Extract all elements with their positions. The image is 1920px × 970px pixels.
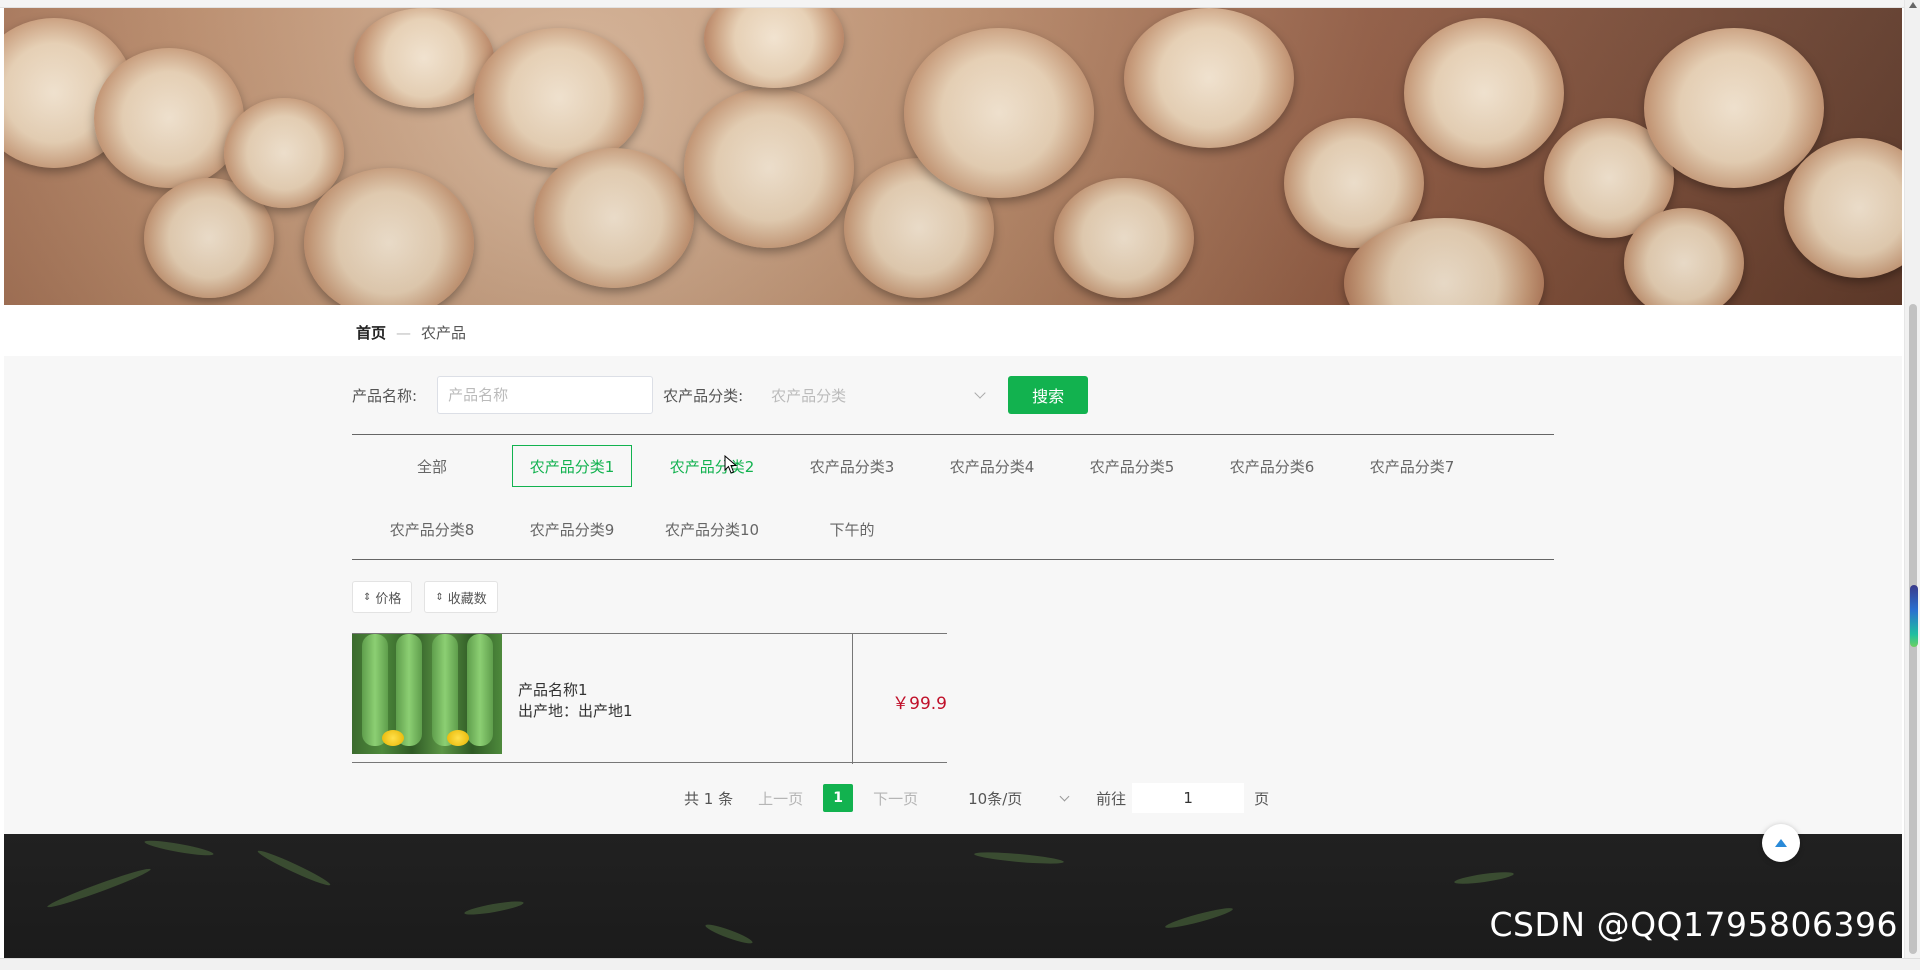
product-card[interactable]: 产品名称1 出产地：出产地1 ￥99.9: [352, 633, 947, 764]
category-select[interactable]: 农产品分类: [761, 376, 996, 414]
sort-arrows-icon: ⇕: [435, 591, 444, 603]
sort-by-favorites-button[interactable]: ⇕ 收藏数: [424, 581, 498, 613]
category-tab-5[interactable]: 农产品分类5: [1072, 445, 1192, 487]
page-size-select[interactable]: 10条/页: [946, 783, 1074, 813]
page-number-current[interactable]: 1: [823, 784, 854, 812]
prev-page-button[interactable]: 上一页: [758, 788, 803, 809]
category-tab-6[interactable]: 农产品分类6: [1212, 445, 1332, 487]
product-thumbnail[interactable]: [352, 634, 502, 754]
breadcrumb: 首页 — 农产品: [356, 322, 466, 343]
breadcrumb-bar: 首页 — 农产品: [4, 305, 1902, 356]
page-scrollbar[interactable]: [1904, 0, 1920, 958]
scroll-up-icon[interactable]: [1909, 2, 1917, 8]
category-tab-afternoon[interactable]: 下午的: [792, 508, 912, 550]
hero-banner-image: [4, 8, 1902, 305]
product-origin: 出产地：出产地1: [518, 702, 633, 720]
category-tab-all[interactable]: 全部: [372, 445, 492, 487]
horizontal-scrollbar[interactable]: [0, 958, 1920, 970]
category-select-placeholder: 农产品分类: [771, 386, 847, 405]
category-tab-7[interactable]: 农产品分类7: [1352, 445, 1472, 487]
pagination: 共 1 条 上一页 1 下一页 10条/页 前往 页: [684, 783, 1269, 813]
breadcrumb-current: 农产品: [421, 324, 467, 342]
breadcrumb-separator: —: [396, 323, 412, 342]
mouse-cursor-icon: [724, 455, 738, 474]
product-name-label: 产品名称:: [352, 386, 418, 405]
category-tab-3[interactable]: 农产品分类3: [792, 445, 912, 487]
sort-controls: ⇕ 价格 ⇕ 收藏数: [352, 581, 498, 613]
search-button[interactable]: 搜索: [1008, 376, 1089, 414]
product-list-section: 产品名称: 农产品分类: 农产品分类 搜索 全部 农产品分类1 农产品分类2 农…: [4, 356, 1902, 834]
category-label: 农产品分类:: [663, 386, 744, 405]
search-form: 产品名称: 农产品分类: 农产品分类 搜索: [352, 376, 1089, 414]
footer: CSDN @QQ1795806396: [4, 834, 1902, 958]
breadcrumb-home-link[interactable]: 首页: [356, 322, 386, 343]
category-tab-8[interactable]: 农产品分类8: [372, 508, 492, 550]
category-tab-4[interactable]: 农产品分类4: [932, 445, 1052, 487]
chevron-down-icon: [1059, 791, 1070, 802]
product-info: 产品名称1 出产地：出产地1: [518, 680, 633, 722]
page-size-value: 10条/页: [968, 789, 1023, 808]
sort-favorites-label: 收藏数: [447, 591, 487, 607]
category-tab-9[interactable]: 农产品分类9: [512, 508, 632, 550]
goto-label: 前往: [1096, 789, 1127, 808]
category-tabs: 全部 农产品分类1 农产品分类2 农产品分类3 农产品分类4 农产品分类5 农产…: [352, 434, 1554, 560]
page-suffix: 页: [1254, 789, 1270, 808]
browser-top-strip: [0, 0, 1920, 8]
side-indicator: [1910, 585, 1918, 647]
chevron-down-icon: [974, 387, 986, 399]
sort-price-label: 价格: [375, 591, 402, 607]
pagination-total: 共 1 条: [684, 789, 734, 808]
next-page-button[interactable]: 下一页: [873, 788, 918, 809]
sort-by-price-button[interactable]: ⇕ 价格: [352, 581, 413, 613]
sort-arrows-icon: ⇕: [363, 591, 372, 603]
product-price: ￥99.9: [892, 694, 947, 714]
back-to-top-button[interactable]: [1762, 824, 1800, 862]
category-tab-10[interactable]: 农产品分类10: [652, 508, 772, 550]
product-name-input[interactable]: [437, 376, 654, 414]
product-name[interactable]: 产品名称1: [518, 680, 633, 701]
product-divider: [852, 634, 853, 764]
arrow-up-icon: [1775, 839, 1787, 847]
goto-page-input[interactable]: [1132, 783, 1245, 813]
watermark-text: CSDN @QQ1795806396: [1489, 905, 1898, 944]
category-tab-2[interactable]: 农产品分类2: [652, 445, 772, 487]
category-tab-1[interactable]: 农产品分类1: [512, 445, 632, 487]
